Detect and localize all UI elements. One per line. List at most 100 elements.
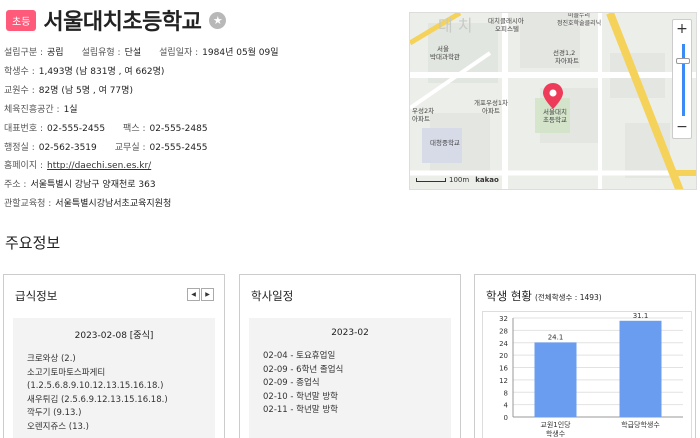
school-header: 초등 서울대치초등학교 ★: [6, 4, 227, 36]
bar: [619, 320, 662, 417]
star-icon[interactable]: ★: [209, 11, 227, 29]
map-label-apt12: 선경1,2: [553, 48, 575, 57]
map-label-gaepo: 개포우성1차: [474, 98, 508, 107]
school-level-badge: 초등: [6, 9, 37, 31]
y-tick-label: 24: [499, 340, 508, 348]
map-label-woosung: 우성2차: [412, 106, 434, 115]
meal-nav: ◀ ▶: [187, 288, 214, 301]
meal-item: 크로와상 (2.): [27, 354, 76, 364]
map-label-school: 서울대치: [543, 107, 567, 116]
admin-office-label: 행정실 :: [4, 142, 35, 153]
homepage-link[interactable]: http://daechi.sen.es.kr/: [47, 157, 151, 176]
foundation-date-label: 설립일자 :: [159, 48, 199, 58]
map-scale: 100m kakao: [416, 176, 499, 184]
schedule-item: 02-09 - 6학년 졸업식: [263, 364, 344, 375]
meal-item: 소고기토마토스파게티: [27, 367, 106, 378]
y-tick-label: 0: [504, 414, 508, 422]
y-tick-label: 12: [499, 377, 508, 385]
schedule-content: 2023-02 02-04 - 토요휴업일 02-09 - 6학년 졸업식 02…: [249, 318, 451, 438]
students-count: 1,493명 (남 831명 , 여 662명): [38, 66, 165, 77]
meal-item: 새우튀김 (2.5.6.9.12.13.15.16.18.): [27, 394, 168, 405]
meal-card-title: 급식정보: [15, 289, 58, 303]
meal-card: 급식정보 ◀ ▶ 2023-02-08 [중식] 크로와상 (2.) 소고기토마…: [3, 274, 225, 438]
bar: [534, 342, 577, 417]
next-day-button[interactable]: ▶: [201, 288, 214, 301]
phone-label: 대표번호 :: [4, 123, 44, 134]
teachers-office-label: 교무실 :: [114, 142, 146, 153]
students-label: 학생수 :: [4, 66, 35, 77]
map-brand-logo: kakao: [475, 176, 499, 184]
scale-label: 100m: [449, 176, 470, 184]
map-label-apt12-2: 차아파트: [555, 56, 579, 65]
homepage-label: 홈페이지 :: [4, 161, 44, 172]
teachers-office-number: 02-555-2455: [149, 142, 208, 153]
x-tick-label: 학생수: [546, 429, 566, 438]
students-total: (전체학생수 : 1493): [534, 293, 602, 302]
x-tick-label: 교원1인당: [540, 420, 571, 429]
y-tick-label: 20: [499, 352, 508, 360]
map-label-daechi: 대 치: [438, 16, 473, 35]
data-label: 24.1: [548, 333, 564, 341]
schedule-item: 02-09 - 종업식: [263, 378, 320, 389]
x-tick-label: 학급당학생수: [621, 420, 660, 429]
teachers-count: 82명 (남 5명 , 여 77명): [38, 85, 133, 96]
students-bar-chart: 0 4 8 12 16 20 24 28 32 24.1 교원1인당학생수 31.1 학급당학생수: [499, 312, 683, 438]
map-label-clubbis: 대치클래시아: [488, 16, 524, 25]
authority-label: 관할교육청 :: [4, 199, 52, 210]
y-tick-label: 4: [504, 402, 509, 410]
schedule-item: 02-11 - 학년말 방학: [263, 405, 338, 416]
address: 서울특별시 강남구 양재천로 363: [30, 180, 156, 191]
meal-item: 깍두기 (9.13.): [27, 408, 82, 419]
gym-label: 체육진흥공간 :: [4, 104, 60, 115]
students-chart: 0 4 8 12 16 20 24 28 32 24.1 교원1인당 학생수 31.1 학급당학생수: [482, 311, 692, 438]
foundation-form-label: 설립유형 :: [81, 48, 121, 58]
map-label-school-2: 초등학교: [543, 115, 567, 124]
schedule-month: 2023-02: [331, 328, 369, 338]
school-info: 설립구분 : 공립 설립유형 : 단설 설립일자 : 1984년 05월 09일…: [4, 44, 279, 214]
map-label-clubbis-2: 오피스텔: [495, 24, 519, 33]
map-label-clinic-2: 정진호학술클리닉: [557, 19, 601, 27]
foundation-type: 공립: [47, 48, 64, 58]
zoom-control[interactable]: + −: [672, 19, 692, 139]
y-tick-label: 16: [499, 365, 508, 373]
map-label-museum: 서울: [437, 44, 449, 53]
school-title: 서울대치초등학교: [43, 10, 202, 35]
foundation-form: 단설: [124, 48, 142, 58]
students-card: 학생 현황 (전체학생수 : 1493) 0 4 8 12 16 20 24 28 32 24.1 교…: [474, 274, 696, 438]
foundation-date: 1984년 05월 09일: [202, 48, 279, 58]
section-title: 주요정보: [5, 234, 61, 252]
zoom-slider-track[interactable]: [682, 44, 685, 116]
map-canvas: 대 치 대치클래시아 오피스텔 서울 박대과학관 선경1,2 차아파트 개포우성…: [410, 13, 696, 189]
schedule-item: 02-04 - 토요휴업일: [263, 351, 336, 361]
data-label: 31.1: [633, 312, 649, 320]
zoom-out-button[interactable]: −: [673, 118, 691, 138]
meal-list: 크로와상 (2.) 소고기토마토스파게티 (1.2.5.6.8.9.10.12.…: [27, 353, 215, 435]
address-label: 주소 :: [4, 180, 27, 191]
map-label-daechung: 대청중학교: [430, 138, 460, 147]
map-label-woosung-2: 아파트: [412, 114, 430, 123]
meal-content: 2023-02-08 [중식] 크로와상 (2.) 소고기토마토스파게티 (1.…: [13, 318, 215, 438]
zoom-in-button[interactable]: +: [673, 20, 691, 40]
schedule-item: 02-10 - 학년말 방학: [263, 391, 338, 402]
education-authority: 서울특별시강남서초교육지원청: [55, 199, 172, 210]
y-tick-label: 28: [499, 327, 508, 335]
map-label-clinic: 미플누리: [568, 13, 590, 19]
gym-count: 1실: [63, 104, 78, 115]
schedule-list: 02-04 - 토요휴업일 02-09 - 6학년 졸업식 02-09 - 종업…: [263, 350, 451, 418]
admin-office-number: 02-562-3519: [38, 142, 97, 153]
zoom-slider-thumb[interactable]: [676, 58, 690, 64]
schedule-card: 학사일정 2023-02 02-04 - 토요휴업일 02-09 - 6학년 졸…: [239, 274, 461, 438]
students-title: 학생 현황: [486, 289, 532, 303]
map-label-gaepo-2: 아파트: [482, 106, 500, 115]
y-tick-label: 8: [504, 389, 508, 397]
foundation-type-label: 설립구분 :: [4, 48, 44, 58]
meal-item: 오렌지쥬스 (13.): [27, 421, 89, 432]
fax-number: 02-555-2485: [149, 123, 208, 134]
schedule-card-title: 학사일정: [251, 289, 294, 303]
map-label-museum-2: 박대과학관: [430, 52, 460, 61]
location-map[interactable]: 대 치 대치클래시아 오피스텔 서울 박대과학관 선경1,2 차아파트 개포우성…: [409, 12, 697, 190]
fax-label: 팩스 :: [123, 123, 146, 134]
meal-date: 2023-02-08 [중식]: [74, 331, 154, 341]
prev-day-button[interactable]: ◀: [187, 288, 200, 301]
scale-bar: [416, 178, 446, 182]
